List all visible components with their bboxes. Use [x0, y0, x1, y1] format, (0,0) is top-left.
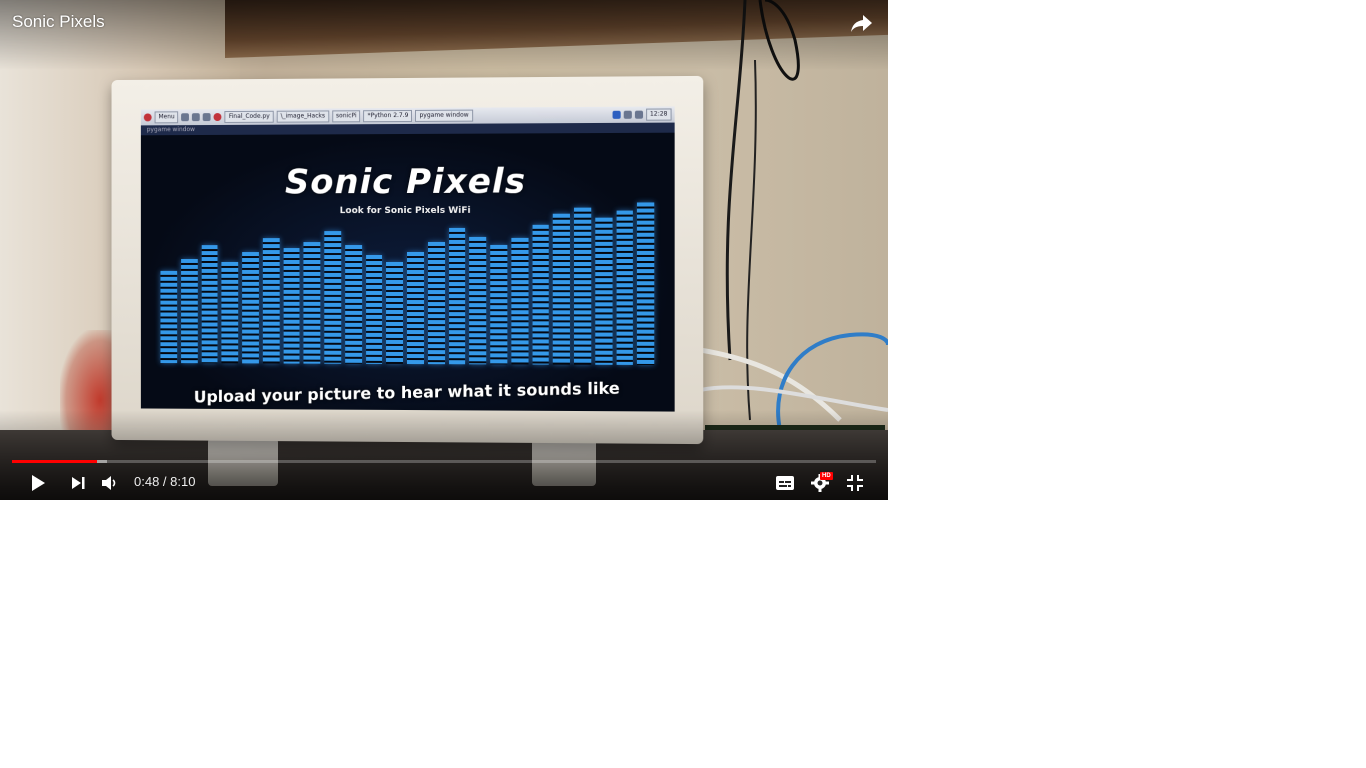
- equalizer-bar: [344, 245, 362, 364]
- settings-button[interactable]: HD: [808, 472, 833, 494]
- exit-fullscreen-icon: [847, 475, 863, 491]
- duration: 8:10: [170, 474, 196, 489]
- equalizer-bar: [365, 255, 383, 364]
- equalizer-bar: [511, 238, 529, 365]
- next-icon: [72, 477, 85, 489]
- progress-played: [12, 460, 97, 463]
- monitor-screen: Menu Final_Code.py \_image_Hacks sonicPi…: [140, 106, 675, 412]
- equalizer-bar: [595, 217, 613, 365]
- wolfram-icon: [214, 113, 222, 122]
- terminal-icon: [203, 113, 212, 122]
- equalizer-bar: [532, 224, 549, 365]
- taskbar-item-final-code: Final_Code.py: [224, 110, 274, 123]
- app-title: Sonic Pixels: [285, 161, 527, 203]
- globe-icon: [181, 113, 190, 122]
- video-player[interactable]: Menu Final_Code.py \_image_Hacks sonicPi…: [0, 0, 888, 500]
- hd-badge: HD: [820, 472, 833, 480]
- captions-button[interactable]: [773, 472, 797, 494]
- equalizer-bar: [283, 248, 300, 364]
- equalizer-bar: [469, 236, 487, 365]
- equalizer-bar: [616, 210, 634, 365]
- taskbar-clock: 12:28: [645, 108, 672, 121]
- volume-button[interactable]: [98, 472, 122, 494]
- taskbar-item-sonicpi: sonicPi: [332, 110, 361, 123]
- equalizer-bar: [637, 201, 655, 366]
- play-button[interactable]: [26, 472, 50, 494]
- progress-bar[interactable]: [12, 460, 876, 463]
- video-title[interactable]: Sonic Pixels: [12, 12, 105, 32]
- play-icon: [32, 475, 45, 491]
- equalizer-bar: [303, 241, 321, 364]
- equalizer-bar: [221, 261, 239, 364]
- pygame-window: Sonic Pixels Look for Sonic Pixels WiFi …: [140, 132, 675, 412]
- volume-icon: [102, 476, 116, 490]
- equalizer-bar: [201, 245, 218, 364]
- folder-icon: [192, 113, 201, 122]
- captions-icon: [776, 476, 794, 490]
- monitor: Menu Final_Code.py \_image_Hacks sonicPi…: [111, 75, 704, 445]
- bluetooth-icon: [612, 110, 621, 119]
- equalizer-bar: [242, 251, 259, 364]
- equalizer-bar: [406, 251, 424, 365]
- equalizer-bar: [160, 270, 177, 364]
- taskbar-item-pygame: pygame window: [415, 109, 473, 122]
- equalizer-bar: [324, 231, 341, 364]
- control-bar: 0:48 / 8:10 HD: [0, 466, 888, 500]
- next-button[interactable]: [66, 472, 90, 494]
- taskbar-item-python: *Python 2.7.9: [363, 109, 413, 123]
- equalizer-bar: [386, 261, 404, 364]
- share-button[interactable]: [850, 12, 874, 34]
- share-icon: [851, 15, 872, 32]
- equalizer-bar: [448, 227, 466, 365]
- raspberry-icon: [143, 113, 152, 122]
- app-subtitle: Look for Sonic Pixels WiFi: [339, 205, 471, 217]
- current-time: 0:48: [134, 474, 160, 489]
- app-footer: Upload your picture to hear what it soun…: [193, 378, 620, 407]
- equalizer-graphic: [160, 193, 655, 366]
- network-icon: [623, 110, 632, 119]
- taskbar-item-image-hacks: \_image_Hacks: [276, 110, 330, 123]
- time-display: 0:48 / 8:10: [134, 474, 195, 489]
- equalizer-bar: [553, 214, 570, 365]
- equalizer-bar: [427, 241, 445, 365]
- time-separator: /: [159, 474, 171, 489]
- speaker-icon: [634, 110, 643, 119]
- equalizer-bar: [262, 238, 280, 364]
- taskbar-item-menu: Menu: [154, 111, 179, 124]
- exit-fullscreen-button[interactable]: [843, 472, 867, 494]
- top-gradient: [0, 0, 888, 70]
- equalizer-bar: [490, 244, 508, 365]
- equalizer-bar: [574, 207, 591, 365]
- equalizer-bar: [180, 258, 198, 364]
